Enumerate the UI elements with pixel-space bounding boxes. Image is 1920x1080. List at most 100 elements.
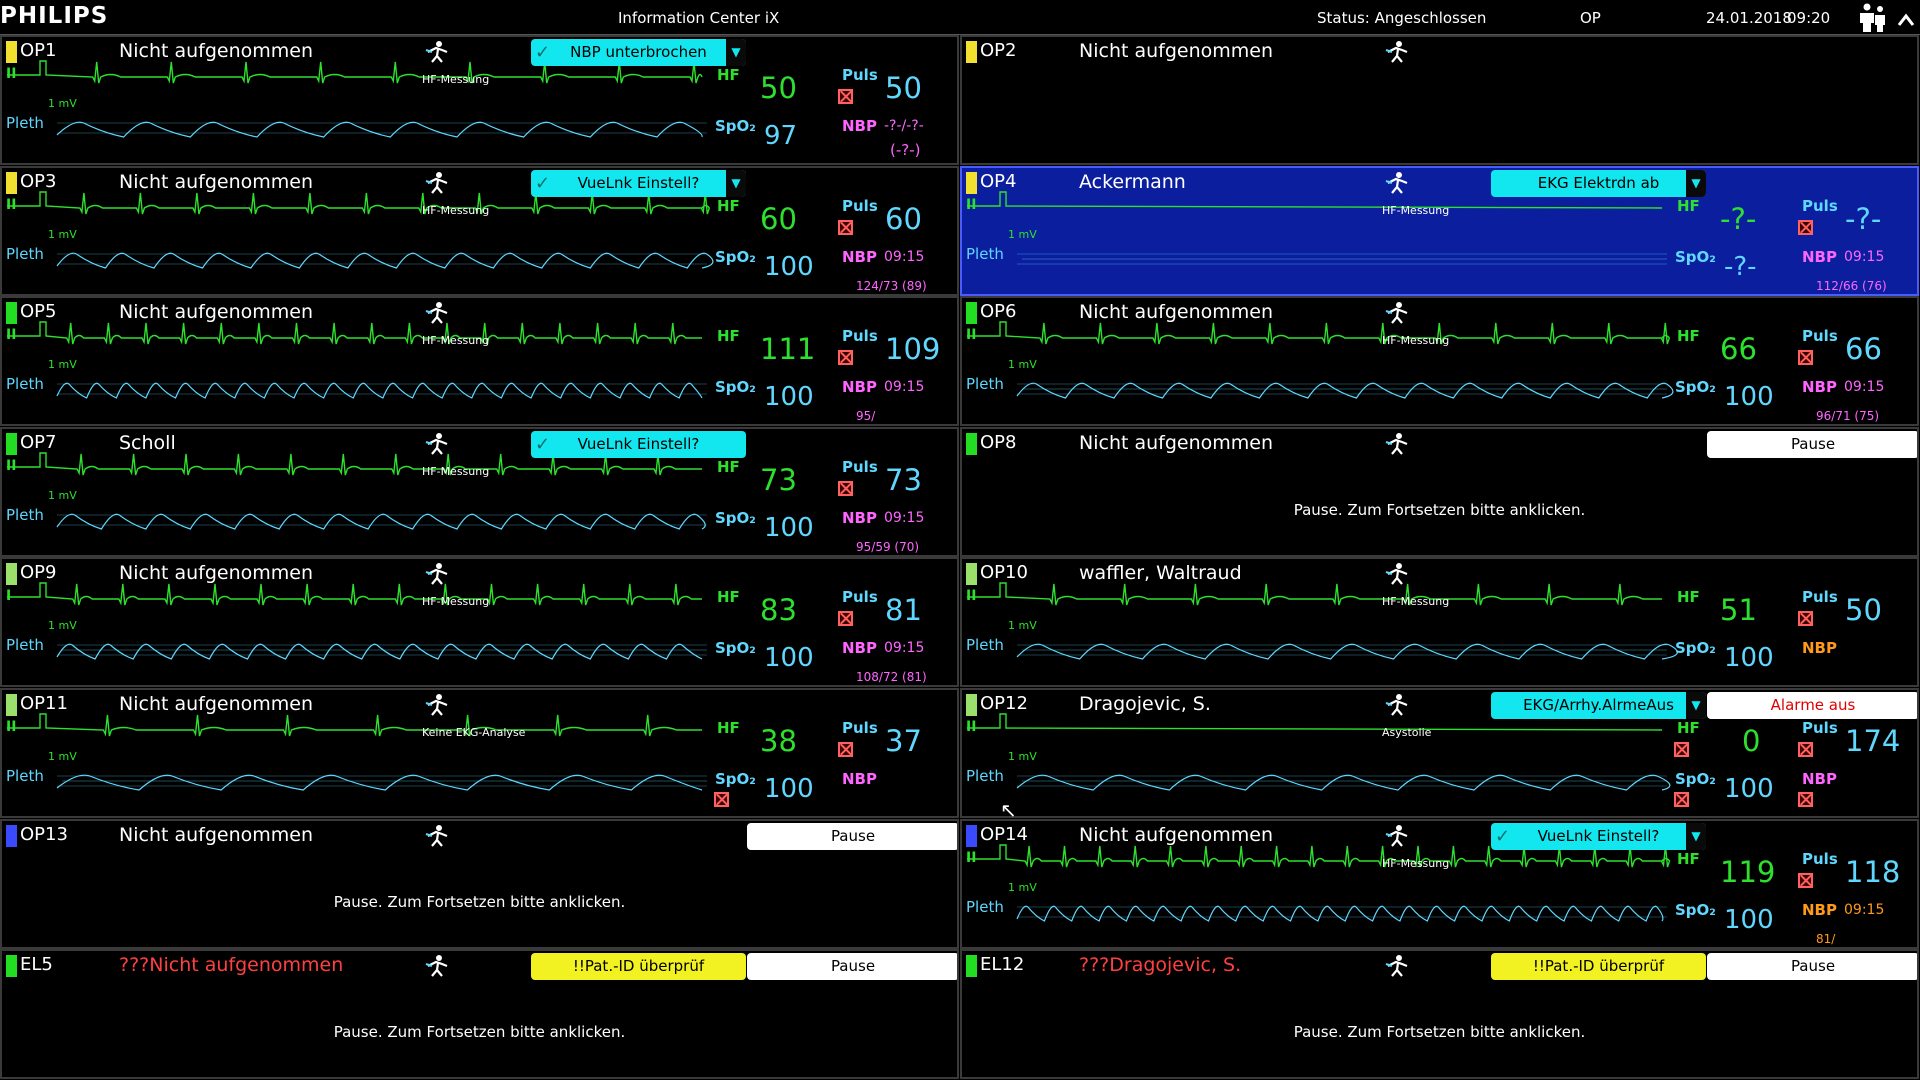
bed-tile-op10[interactable]: OP10 waffler, Waltraud II 1 mV Pleth HF-Messu…	[960, 557, 1919, 688]
pause-button[interactable]: Pause	[1707, 430, 1917, 458]
bed-tile-op5[interactable]: OP5 Nicht aufgenommen II 1 mV Pleth HF-Messun…	[0, 296, 959, 427]
bed-status-marker	[966, 41, 977, 63]
bed-tile-op12[interactable]: OP12 Dragojevic, S. II 1 mV Pleth Asystolie HF…	[960, 688, 1919, 818]
bed-tile-op8[interactable]: OP8 Nicht aufgenommen Pause Pause. Zum Fort…	[960, 426, 1919, 557]
ecg-message: HF-Messung	[1382, 595, 1450, 609]
pause-message[interactable]: Pause. Zum Fortsetzen bitte anklicken.	[2, 1023, 957, 1041]
bed-tile-op14[interactable]: OP14 Nicht aufgenommen II 1 mV Pleth HF-Messu…	[960, 818, 1919, 949]
bed-tile-op1[interactable]: OP1 Nicht aufgenommen II 1 mV Pleth HF-Messun…	[0, 35, 959, 165]
patient-ambulatory-icon[interactable]	[1385, 40, 1411, 64]
ecg-message: HF-Messung	[1382, 856, 1450, 870]
puls-label: Puls	[842, 457, 878, 476]
hf-value: 119	[1720, 854, 1776, 889]
mouse-pointer: ↖	[1000, 798, 1017, 822]
chevron-down-icon[interactable]: ▼	[726, 169, 746, 197]
patient-ambulatory-icon[interactable]	[1385, 432, 1411, 456]
ecg-lead-label: II	[966, 719, 977, 735]
pause-button[interactable]: Pause	[1707, 953, 1917, 981]
spo2-value: 100	[1724, 382, 1774, 413]
pause-message[interactable]: Pause. Zum Fortsetzen bitte anklicken.	[2, 893, 957, 911]
inop-button[interactable]: ✓ VueLnk Einstell? ▼	[531, 169, 746, 197]
inop-button-label: VueLnk Einstell?	[577, 173, 700, 192]
bed-tile-op11[interactable]: OP11 Nicht aufgenommen II 1 mV Pleth Keine EK…	[0, 688, 959, 818]
bed-tile-op3[interactable]: OP3 Nicht aufgenommen II 1 mV Pleth HF-Messun…	[0, 165, 959, 296]
nbp-label: NBP	[1802, 770, 1837, 788]
nbp-value: 124/73 (89)	[856, 278, 927, 293]
pleth-waveform	[1016, 644, 1678, 661]
waveforms	[7, 321, 707, 399]
inop-button[interactable]: EKG/Arrhy.AlrmeAus ▼	[1491, 692, 1706, 719]
puls-value: 73	[885, 462, 922, 497]
bed-tile-op2[interactable]: OP2 Nicht aufgenommen	[960, 35, 1919, 165]
scale-label: 1 mV	[1008, 619, 1037, 633]
scale-label: 1 mV	[1008, 227, 1037, 241]
chevron-down-icon[interactable]: ▼	[1686, 169, 1706, 197]
hf-label: HF	[1677, 196, 1700, 215]
patient-ambulatory-icon[interactable]	[1385, 954, 1411, 978]
puls-label: Puls	[842, 719, 878, 737]
inop-button-label: NBP unterbrochen	[570, 43, 707, 61]
ecg-lead-label: II	[6, 327, 17, 344]
patient-name[interactable]: Nicht aufgenommen	[119, 824, 313, 846]
bed-grid: OP1 Nicht aufgenommen II 1 mV Pleth HF-Messun…	[0, 35, 1920, 1080]
bed-tile-op4[interactable]: OP4 Ackermann II 1 mV Pleth HF-Messung HF SpO₂ -…	[960, 165, 1919, 296]
inop-button-label: VueLnk Einstell?	[577, 434, 700, 453]
scale-label: 1 mV	[48, 358, 77, 372]
spo2-value: 100	[1724, 904, 1774, 935]
patient-name[interactable]: ???Nicht aufgenommen	[119, 954, 343, 976]
bed-id: OP2	[980, 40, 1017, 61]
pleth-label: Pleth	[966, 767, 1004, 785]
hf-label: HF	[1677, 327, 1700, 346]
scale-label: 1 mV	[48, 97, 77, 110]
bed-id: OP13	[20, 823, 68, 845]
nbp-time: 09:15	[1844, 901, 1885, 918]
hf-value: 51	[1720, 593, 1757, 628]
chevron-down-icon[interactable]: ▼	[726, 39, 746, 66]
chevron-down-icon[interactable]: ▼	[1686, 822, 1706, 850]
patient-name[interactable]: Nicht aufgenommen	[1079, 40, 1273, 62]
waveforms	[967, 321, 1674, 399]
pause-button[interactable]: Pause	[747, 822, 957, 850]
patient-id-warning[interactable]: !!Pat.-ID überprüf	[531, 953, 746, 981]
chevron-down-icon[interactable]: ▼	[1686, 692, 1706, 719]
pleth-waveform	[56, 513, 706, 530]
spo2-label: SpO₂	[1675, 900, 1716, 919]
ecg-waveform	[7, 713, 702, 737]
pleth-waveform	[1016, 382, 1674, 399]
bed-tile-op13[interactable]: OP13 Nicht aufgenommen Pause Pause. Zum For…	[0, 818, 959, 949]
waveforms	[7, 713, 707, 791]
patient-name[interactable]: ???Dragojevic, S.	[1079, 954, 1241, 976]
alarms-off-button[interactable]: Alarme aus	[1707, 692, 1917, 719]
nbp-label: NBP	[842, 508, 877, 527]
bed-tile-op9[interactable]: OP9 Nicht aufgenommen I 1 mV Pleth HF-Messung…	[0, 557, 959, 688]
staff-users-icon[interactable]	[1855, 1, 1917, 33]
puls-label: Puls	[1802, 719, 1838, 737]
nbp-value: 81/	[1816, 931, 1836, 946]
check-icon: ✓	[535, 433, 551, 455]
inop-button[interactable]: ✓ VueLnk Einstell?	[531, 430, 746, 458]
patient-ambulatory-icon[interactable]	[425, 824, 451, 848]
bed-tile-op6[interactable]: OP6 Nicht aufgenommen II 1 mV Pleth HF-Messun…	[960, 296, 1919, 427]
inop-button[interactable]: ✓ VueLnk Einstell? ▼	[1491, 822, 1706, 850]
bed-id: EL12	[980, 954, 1025, 976]
patient-name[interactable]: Nicht aufgenommen	[1079, 432, 1273, 454]
bed-status-marker	[6, 824, 17, 847]
pause-message[interactable]: Pause. Zum Fortsetzen bitte anklicken.	[962, 1023, 1917, 1041]
nbp-label: NBP	[1802, 639, 1837, 658]
patient-id-warning[interactable]: !!Pat.-ID überprüf	[1491, 953, 1706, 981]
pause-message[interactable]: Pause. Zum Fortsetzen bitte anklicken.	[962, 501, 1917, 519]
nbp-time: 09:15	[1844, 379, 1885, 396]
pause-button[interactable]: Pause	[747, 953, 957, 981]
bed-tile-op7[interactable]: OP7 Scholl II 1 mV Pleth HF-Messung HF SpO₂ 73 10…	[0, 426, 959, 557]
inop-button[interactable]: ✓ NBP unterbrochen ▼	[531, 39, 746, 66]
top-bar: PHILIPS Information Center iX Status: An…	[0, 0, 1920, 35]
bed-tile-el5[interactable]: EL5 ???Nicht aufgenommen !!Pat.-ID überprü…	[0, 949, 959, 1080]
scale-label: 1 mV	[48, 750, 77, 763]
puls-label: Puls	[1802, 588, 1838, 607]
inop-button[interactable]: EKG Elektrdn ab ▼	[1491, 169, 1706, 197]
nbp-time: 09:15	[884, 509, 925, 526]
patient-ambulatory-icon[interactable]	[425, 954, 451, 978]
hf-value: 60	[760, 201, 797, 236]
bed-tile-el12[interactable]: EL12 ???Dragojevic, S. !!Pat.-ID überprüf P…	[960, 949, 1919, 1080]
pleth-waveform	[56, 644, 703, 661]
